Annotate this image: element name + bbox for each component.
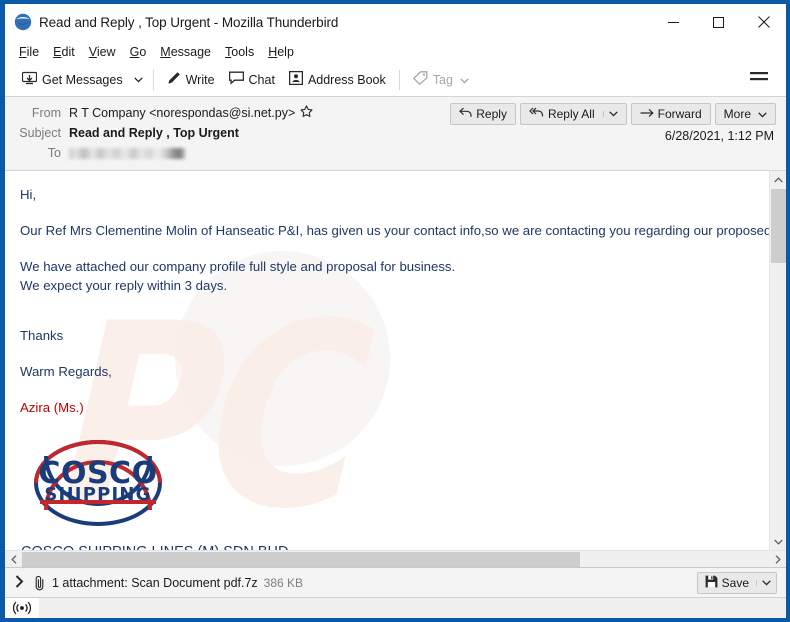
menu-message[interactable]: Message <box>153 43 218 61</box>
get-messages-button[interactable]: Get Messages <box>15 67 130 93</box>
horizontal-scrollbar[interactable] <box>5 550 786 567</box>
from-value[interactable]: R T Company <norespondas@si.net.py> <box>69 106 295 120</box>
scroll-down-icon[interactable] <box>770 533 786 550</box>
status-bar <box>5 597 786 618</box>
chat-bubble-icon <box>228 71 244 88</box>
cosco-shipping-logo: COSCO SHIPPING <box>22 434 174 532</box>
to-label: To <box>47 146 61 160</box>
attachment-label[interactable]: 1 attachment: Scan Document pdf.7z <box>52 576 258 590</box>
reply-arrow-icon <box>459 107 472 121</box>
tag-icon <box>412 71 428 88</box>
get-messages-label: Get Messages <box>42 72 123 87</box>
message-body-area[interactable]: PC isk.com Hi, Our Ref Mrs Clementine Mo… <box>5 171 769 550</box>
address-book-button[interactable]: Address Book <box>282 67 393 93</box>
window-controls <box>651 4 786 40</box>
reply-label: Reply <box>476 107 507 121</box>
scroll-left-icon[interactable] <box>5 551 22 568</box>
scroll-right-icon[interactable] <box>769 551 786 568</box>
menu-edit[interactable]: Edit <box>46 43 82 61</box>
scroll-up-icon[interactable] <box>770 171 786 188</box>
menu-go[interactable]: Go <box>123 43 154 61</box>
more-button[interactable]: More <box>714 103 776 125</box>
menu-file[interactable]: File <box>12 43 46 61</box>
body-paragraph-2: We have attached our company profile ful… <box>20 259 456 275</box>
save-label: Save <box>721 575 749 590</box>
body-thanks: Thanks <box>20 327 64 343</box>
company-name: COSCO SHIPPING LINES (M) SDN BHD <box>21 542 753 550</box>
to-row: To <box>5 143 786 163</box>
attachment-size: 386 KB <box>263 575 304 590</box>
vertical-scroll-thumb[interactable] <box>771 189 786 263</box>
menu-tools[interactable]: Tools <box>218 43 261 61</box>
attachment-bar: 1 attachment: Scan Document pdf.7z 386 K… <box>5 567 786 597</box>
forward-button[interactable]: Forward <box>630 103 711 125</box>
message-date: 6/28/2021, 1:12 PM <box>664 129 774 143</box>
title-bar: Read and Reply , Top Urgent - Mozilla Th… <box>5 4 786 40</box>
toolbar-separator-2 <box>398 69 400 90</box>
thunderbird-window: Read and Reply , Top Urgent - Mozilla Th… <box>0 0 790 622</box>
reply-all-arrow-icon <box>529 107 544 121</box>
star-icon[interactable] <box>300 105 313 121</box>
chat-label: Chat <box>248 72 275 87</box>
forward-arrow-icon <box>640 107 654 121</box>
menu-view[interactable]: View <box>82 43 123 61</box>
reply-all-label: Reply All <box>547 107 595 121</box>
more-chevron-down-icon <box>758 107 767 121</box>
write-label: Write <box>185 72 215 87</box>
message-body: Hi, Our Ref Mrs Clementine Molin of Hans… <box>5 171 769 550</box>
window-title: Read and Reply , Top Urgent - Mozilla Th… <box>39 14 339 30</box>
address-book-icon <box>288 70 303 88</box>
message-header: From R T Company <norespondas@si.net.py>… <box>5 97 786 171</box>
broadcast-icon[interactable] <box>5 597 39 618</box>
subject-label: Subject <box>19 126 61 140</box>
more-label: More <box>723 107 751 121</box>
save-chevron-down-icon[interactable] <box>756 579 776 586</box>
reply-all-button[interactable]: Reply All <box>519 103 627 125</box>
body-greeting: Hi, <box>20 187 37 202</box>
tag-button[interactable]: Tag <box>406 67 476 93</box>
from-label: From <box>31 106 61 120</box>
maximize-icon[interactable] <box>696 4 741 40</box>
vertical-scrollbar[interactable] <box>769 171 786 550</box>
subject-value: Read and Reply , Top Urgent <box>69 126 239 140</box>
body-paragraph-3: We expect your reply within 3 days. <box>20 278 228 294</box>
get-messages-dropdown[interactable] <box>130 74 147 86</box>
save-attachment-button[interactable]: Save <box>696 571 777 594</box>
chat-button[interactable]: Chat <box>222 67 282 93</box>
svg-text:SHIPPING: SHIPPING <box>44 484 151 505</box>
minimize-icon[interactable] <box>651 4 696 40</box>
pencil-icon <box>167 71 181 88</box>
forward-label: Forward <box>657 107 702 121</box>
body-signer: Azira (Ms.) <box>20 399 84 415</box>
main-toolbar: Get Messages Write Chat Address Book Tag <box>5 63 786 97</box>
close-icon[interactable] <box>741 4 786 40</box>
reply-button[interactable]: Reply <box>450 103 516 125</box>
tag-chevron-down-icon <box>460 73 469 87</box>
menu-help[interactable]: Help <box>261 43 301 61</box>
download-mail-icon <box>21 71 38 89</box>
thunderbird-icon <box>14 13 32 31</box>
to-value-redacted <box>69 147 186 159</box>
body-regards: Warm Regards, <box>20 363 112 379</box>
tag-label: Tag <box>432 72 453 87</box>
to-value[interactable] <box>69 147 186 159</box>
toolbar-separator <box>152 69 154 90</box>
from-value-group: R T Company <norespondas@si.net.py> <box>69 105 313 121</box>
menu-bar: File Edit View Go Message Tools Help <box>5 40 786 63</box>
hamburger-icon[interactable] <box>744 66 774 93</box>
reply-all-chevron-down-icon[interactable] <box>602 111 618 117</box>
write-button[interactable]: Write <box>160 67 222 93</box>
message-pane: PC isk.com Hi, Our Ref Mrs Clementine Mo… <box>5 171 786 550</box>
floppy-disk-icon <box>705 575 718 591</box>
address-book-label: Address Book <box>307 72 386 87</box>
message-actions: Reply Reply All Forward More <box>450 103 776 125</box>
chevron-right-icon[interactable] <box>15 574 24 591</box>
body-paragraph-1: Our Ref Mrs Clementine Molin of Hanseati… <box>20 223 769 239</box>
paperclip-icon <box>34 575 46 591</box>
horizontal-scroll-thumb[interactable] <box>22 552 580 567</box>
